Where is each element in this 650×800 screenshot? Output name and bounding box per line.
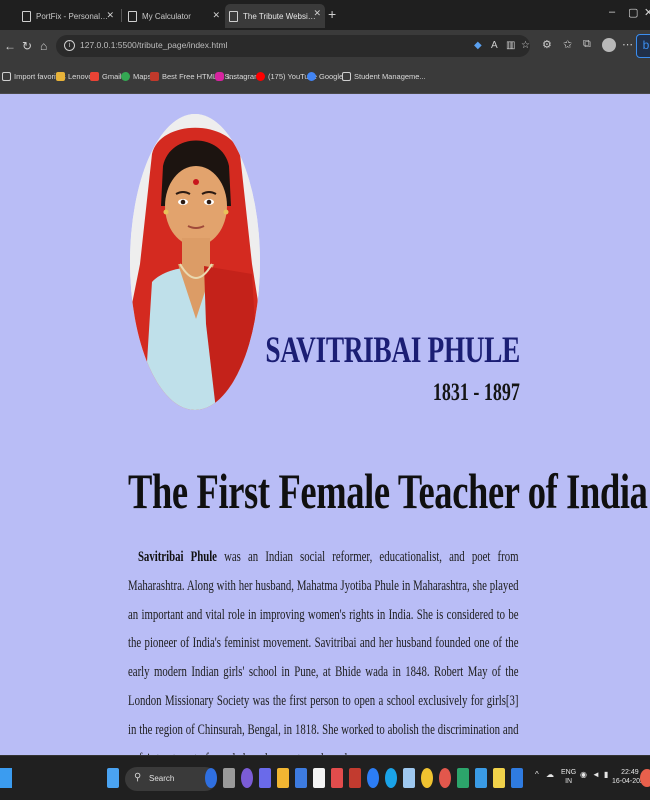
close-tab-icon[interactable]: ✕ xyxy=(212,10,220,21)
cloud-icon[interactable]: ☁ xyxy=(546,770,554,779)
edge-icon[interactable] xyxy=(385,768,397,788)
collections-icon[interactable]: ⧉ xyxy=(583,38,591,51)
tab-tribute[interactable]: The Tribute Website | Savitribai Ph... ✕ xyxy=(225,4,325,28)
store-icon[interactable] xyxy=(295,768,307,788)
bookmark-student-management[interactable]: Student Manageme... xyxy=(342,72,426,81)
close-tab-icon[interactable]: ✕ xyxy=(106,10,114,21)
split-screen-icon[interactable]: ▥ xyxy=(506,40,515,51)
battery-icon[interactable]: ▮ xyxy=(604,770,608,779)
bookmark-label: Google xyxy=(319,72,344,81)
region-code: IN xyxy=(565,778,573,785)
tab-title: The Tribute Website | Savitribai Ph... xyxy=(243,11,317,21)
close-window-button[interactable]: ✕ xyxy=(644,6,650,19)
address-bar[interactable]: i 127.0.0.1:5500/tribute_page/index.html… xyxy=(56,35,530,57)
tab-title: My Calculator xyxy=(142,11,191,21)
windows-start-icon[interactable] xyxy=(107,768,119,788)
profile-avatar[interactable] xyxy=(602,38,616,52)
volume-icon[interactable]: ◄ xyxy=(592,770,600,779)
tribute-page: SAVITRIBAI PHULE 1831 - 1897 The First F… xyxy=(0,94,650,755)
page-icon xyxy=(229,10,238,22)
bookmarks-bar: Import favorites Lenovo Gmail Maps Best … xyxy=(0,62,650,94)
bing-icon[interactable] xyxy=(205,768,217,788)
windows-taskbar: ⚲ Search ^ ☁ ENG IN ◉ ◄ ▮ 22:49 16-04-2023 xyxy=(0,755,650,800)
back-icon[interactable]: ← xyxy=(4,39,16,53)
refresh-icon[interactable]: ↻ xyxy=(22,39,32,53)
import-icon xyxy=(2,72,11,81)
tribute-name: SAVITRIBAI PHULE xyxy=(265,330,520,371)
app-icon[interactable] xyxy=(367,768,379,788)
home-icon[interactable]: ⌂ xyxy=(40,39,47,53)
search-label: Search xyxy=(149,774,175,783)
notepad-icon[interactable] xyxy=(493,768,505,788)
page-headline: The First Female Teacher of India xyxy=(128,463,648,519)
mcafee-icon[interactable] xyxy=(331,768,343,788)
tribute-years: 1831 - 1897 xyxy=(433,379,520,406)
instagram-icon xyxy=(215,72,224,81)
bookmark-label: Gmail xyxy=(102,72,122,81)
minimize-button[interactable]: – xyxy=(609,6,615,18)
favorites-icon[interactable]: ✩ xyxy=(563,38,572,51)
maximize-button[interactable]: ▢ xyxy=(628,6,638,19)
bio-text: was an Indian social reformer, education… xyxy=(128,548,519,755)
vscode-icon[interactable] xyxy=(511,768,523,788)
photos-icon[interactable] xyxy=(475,768,487,788)
bio-paragraph: Savitribai Phule was an Indian social re… xyxy=(128,543,519,755)
bookmark-maps[interactable]: Maps xyxy=(121,72,151,81)
tab-title: PortFix - Personal Portfolio Webs... xyxy=(36,11,110,21)
url-text[interactable]: 127.0.0.1:5500/tribute_page/index.html xyxy=(80,40,227,50)
more-menu-icon[interactable]: ⋯ xyxy=(622,38,633,51)
taskbar-search[interactable]: ⚲ Search xyxy=(125,767,217,791)
page-icon xyxy=(342,72,351,81)
new-tab-button[interactable]: + xyxy=(328,6,336,22)
language-indicator[interactable]: ENG IN xyxy=(561,768,576,786)
search-icon: ⚲ xyxy=(134,772,142,783)
page-icon xyxy=(128,10,137,22)
bookmark-label: Maps xyxy=(133,72,152,81)
time-text: 22:49 xyxy=(621,769,639,776)
bookmark-label: Student Manageme... xyxy=(354,72,426,81)
bookmark-instagram[interactable]: Instagram xyxy=(215,72,260,81)
copilot-icon[interactable]: b xyxy=(636,34,650,58)
bookmark-label: Lenovo xyxy=(68,72,93,81)
savitribai-portrait-illustration xyxy=(130,114,260,410)
extensions-icon[interactable]: ⚙ xyxy=(542,38,552,51)
task-view-icon[interactable] xyxy=(223,768,235,788)
language-code: ENG xyxy=(561,769,577,776)
extension-icon[interactable]: ◆ xyxy=(474,40,482,51)
page-icon xyxy=(22,10,31,22)
shield-app-icon[interactable] xyxy=(403,768,415,788)
tab-portfix[interactable]: PortFix - Personal Portfolio Webs... ✕ xyxy=(18,6,118,26)
site-icon xyxy=(150,72,159,81)
favorite-star-icon[interactable]: ☆ xyxy=(521,40,530,51)
navigation-toolbar: ← ↻ ⌂ i 127.0.0.1:5500/tribute_page/inde… xyxy=(0,30,650,62)
chrome-icon[interactable] xyxy=(421,768,433,788)
google-icon xyxy=(307,72,316,81)
gmail-icon xyxy=(90,72,99,81)
chrome-profile-icon[interactable] xyxy=(439,768,451,788)
tab-calculator[interactable]: My Calculator ✕ xyxy=(124,6,224,26)
portrait-image xyxy=(130,114,260,410)
read-aloud-icon[interactable]: A xyxy=(491,40,498,51)
notification-icon[interactable] xyxy=(640,769,650,787)
folder-icon xyxy=(56,72,65,81)
bookmark-google[interactable]: Google xyxy=(307,72,343,81)
bookmark-lenovo[interactable]: Lenovo xyxy=(56,72,93,81)
calendar-app-icon[interactable] xyxy=(313,768,325,788)
start-widget-icon[interactable] xyxy=(0,768,12,788)
bio-lead: Savitribai Phule xyxy=(137,548,217,565)
bookmark-gmail[interactable]: Gmail xyxy=(90,72,122,81)
tab-divider xyxy=(121,9,122,22)
wifi-icon[interactable]: ◉ xyxy=(580,770,587,779)
spreadsheet-icon[interactable] xyxy=(457,768,469,788)
mail-icon[interactable] xyxy=(349,768,361,788)
maps-icon xyxy=(121,72,130,81)
notes-app-icon[interactable] xyxy=(259,768,271,788)
site-info-icon[interactable]: i xyxy=(64,40,75,51)
file-explorer-icon[interactable] xyxy=(277,768,289,788)
youtube-icon xyxy=(256,72,265,81)
tab-strip: PortFix - Personal Portfolio Webs... ✕ M… xyxy=(0,0,650,30)
close-tab-icon[interactable]: ✕ xyxy=(313,8,321,19)
teams-chat-icon[interactable] xyxy=(241,768,253,788)
show-hidden-icons[interactable]: ^ xyxy=(535,770,539,779)
